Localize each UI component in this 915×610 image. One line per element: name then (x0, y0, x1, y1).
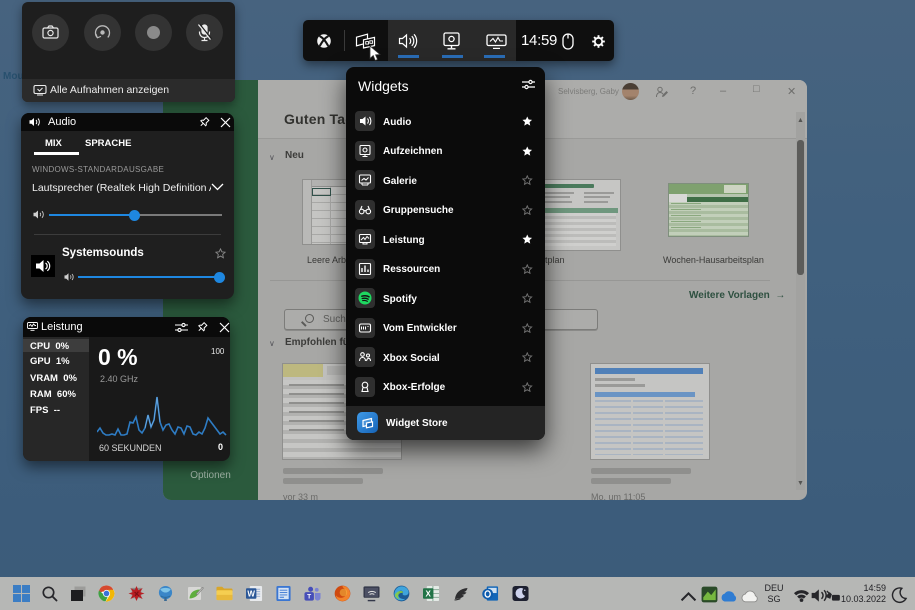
svg-text:W: W (247, 590, 255, 599)
svg-text:T: T (307, 594, 311, 601)
svg-text:X: X (426, 590, 432, 599)
